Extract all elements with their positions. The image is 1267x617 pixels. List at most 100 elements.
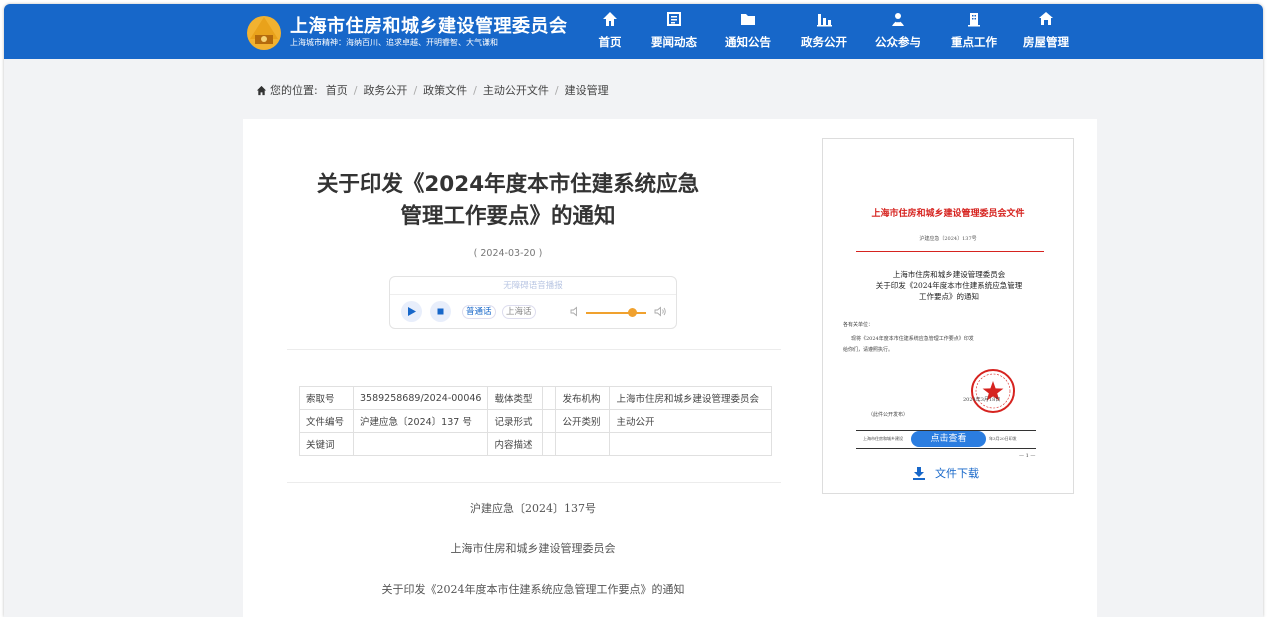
subject-line: 关于印发《2024年度本市住建系统应急管理工作要点》的通知 — [381, 583, 685, 596]
breadcrumb-separator: / — [554, 83, 559, 97]
preview-title-line: 关于印发《2024年度本市住建系统应急管理 — [875, 281, 1023, 290]
preview-footer-left: 上海市住房和城乡建设 — [863, 436, 903, 441]
table-cell — [542, 409, 557, 433]
nav-item-gov-info[interactable]: 政务公开 — [794, 11, 854, 53]
table-cell: 沪建应急〔2024〕137 号 — [352, 409, 489, 433]
preview-public-note: （此件公开发布） — [868, 412, 909, 418]
breadcrumb-item-policy[interactable]: 政策文件 — [423, 82, 467, 98]
official-seal-icon — [971, 369, 1015, 413]
people-icon — [892, 13, 904, 26]
home-icon — [256, 85, 267, 95]
nav-item-housing[interactable]: 房屋管理 — [1016, 11, 1076, 53]
site-header: 上海市住房和城乡建设管理委员会 上海城市精神：海纳百川、追求卓越、开明睿智、大气… — [4, 4, 1263, 59]
nav-item-home[interactable]: 首页 — [580, 11, 640, 53]
nav-label: 首页 — [598, 35, 622, 49]
nav-item-key-work[interactable]: 重点工作 — [944, 11, 1004, 53]
table-cell: 3589258689/2024-00046 — [352, 386, 489, 410]
play-icon — [408, 307, 416, 316]
preview-footer-rule — [856, 448, 1036, 449]
page-title: 关于印发《2024年度本市住建系统应急 管理工作要点》的通知 — [283, 169, 733, 233]
nav-label: 政务公开 — [801, 35, 847, 49]
table-row: 关键词 内容描述 — [299, 432, 772, 456]
site-slogan: 上海城市精神：海纳百川、追求卓越、开明睿智、大气谦和 — [290, 38, 498, 47]
nav-label: 重点工作 — [951, 35, 997, 49]
preview-page-number: — 1 — — [1019, 453, 1036, 459]
table-cell: 载体类型 — [487, 386, 544, 410]
volume-down-icon[interactable] — [570, 306, 581, 317]
table-cell: 记录形式 — [487, 409, 544, 433]
table-cell — [542, 432, 557, 456]
home-icon — [603, 12, 617, 26]
preview-body-line: 现将《2024年度本市住建系统应急管理工作要点》印发 — [851, 336, 974, 342]
table-cell — [555, 432, 611, 456]
breadcrumb: 您的位置: 首页 / 政务公开 / 政策文件 / 主动公开文件 / 建设管理 — [256, 82, 609, 98]
breadcrumb-separator: / — [413, 83, 418, 97]
stop-button[interactable] — [430, 301, 451, 322]
table-cell: 索取号 — [299, 386, 354, 410]
table-cell — [542, 386, 557, 410]
mandarin-option[interactable]: 普通话 — [462, 305, 496, 319]
table-cell: 内容描述 — [487, 432, 544, 456]
nav-item-public[interactable]: 公众参与 — [868, 11, 928, 53]
table-cell: 主动公开 — [609, 409, 772, 433]
shanghai-emblem-icon[interactable] — [244, 11, 284, 51]
volume-up-icon[interactable] — [654, 306, 667, 317]
table-row: 文件编号 沪建应急〔2024〕137 号 记录形式 公开类别 主动公开 — [299, 409, 772, 433]
player-header: 无障碍语音播报 — [390, 277, 676, 295]
title-line-2: 管理工作要点》的通知 — [400, 204, 616, 229]
stop-icon — [437, 308, 444, 315]
doc-number-line: 沪建应急〔2024〕137号 — [470, 502, 596, 515]
news-icon — [667, 12, 681, 26]
view-document-button[interactable]: 点击查看 — [911, 431, 986, 447]
nav-label: 房屋管理 — [1023, 35, 1069, 49]
section-divider — [287, 349, 781, 350]
breadcrumb-item-gov-info[interactable]: 政务公开 — [363, 82, 407, 98]
breadcrumb-separator: / — [353, 83, 358, 97]
preview-title: 上海市住房和城乡建设管理委员会 关于印发《2024年度本市住建系统应急管理 工作… — [843, 269, 1055, 302]
volume-slider-handle[interactable] — [628, 308, 637, 317]
nav-label: 要闻动态 — [651, 35, 697, 49]
breadcrumb-item-construction[interactable]: 建设管理 — [565, 82, 609, 98]
preview-doc-number: 沪建应急〔2024〕137号 — [919, 236, 977, 242]
table-cell: 公开类别 — [555, 409, 611, 433]
preview-footer-right: 年3月20日印发 — [989, 436, 1017, 441]
table-cell — [352, 432, 489, 456]
publish-date: ( 2024-03-20 ) — [473, 248, 543, 259]
table-cell: 文件编号 — [299, 409, 354, 433]
table-cell — [609, 432, 772, 456]
document-preview[interactable]: 上海市住房和城乡建设管理委员会文件 沪建应急〔2024〕137号 上海市住房和城… — [822, 138, 1074, 494]
table-cell: 上海市住房和城乡建设管理委员会 — [609, 386, 772, 410]
preview-title-line: 上海市住房和城乡建设管理委员会 — [892, 270, 1006, 279]
breadcrumb-item-home[interactable]: 首页 — [326, 82, 348, 98]
issuer-line: 上海市住房和城乡建设管理委员会 — [450, 542, 616, 555]
preview-header: 上海市住房和城乡建设管理委员会文件 — [871, 209, 1025, 219]
volume-slider-track[interactable] — [586, 312, 646, 314]
download-file-button[interactable]: 文件下载 — [912, 465, 979, 481]
preview-date: 2024年3月18日 — [963, 397, 1001, 403]
title-line-1: 关于印发《2024年度本市住建系统应急 — [316, 172, 700, 197]
breadcrumb-prefix: 您的位置: — [270, 84, 318, 97]
article-card: 关于印发《2024年度本市住建系统应急 管理工作要点》的通知 ( 2024-03… — [243, 119, 1097, 617]
preview-red-rule — [856, 251, 1044, 252]
nav-item-notices[interactable]: 通知公告 — [718, 11, 778, 53]
table-cell: 发布机构 — [555, 386, 611, 410]
preview-body-line: 给你们，请遵照执行。 — [843, 347, 894, 353]
section-divider — [287, 482, 781, 483]
building-icon — [968, 13, 980, 27]
browser-window: 上海市住房和城乡建设管理委员会 上海城市精神：海纳百川、追求卓越、开明睿智、大气… — [4, 4, 1263, 617]
breadcrumb-item-public-files[interactable]: 主动公开文件 — [483, 82, 549, 98]
bar-chart-icon — [817, 14, 832, 27]
play-button[interactable] — [401, 301, 422, 322]
metadata-table: 索取号 3589258689/2024-00046 载体类型 发布机构 上海市住… — [299, 386, 772, 456]
preview-addressee: 各有关单位： — [843, 322, 874, 328]
breadcrumb-separator: / — [473, 83, 477, 97]
table-row: 索取号 3589258689/2024-00046 载体类型 发布机构 上海市住… — [299, 386, 772, 410]
download-icon — [913, 467, 925, 480]
site-title[interactable]: 上海市住房和城乡建设管理委员会 — [290, 12, 568, 38]
audio-player: 无障碍语音播报 普通话 上海话 — [389, 276, 677, 329]
nav-item-news[interactable]: 要闻动态 — [644, 11, 704, 53]
table-cell: 关键词 — [299, 432, 354, 456]
house-icon — [1039, 12, 1053, 25]
nav-label: 通知公告 — [725, 35, 771, 49]
shanghainese-option[interactable]: 上海话 — [502, 305, 536, 319]
